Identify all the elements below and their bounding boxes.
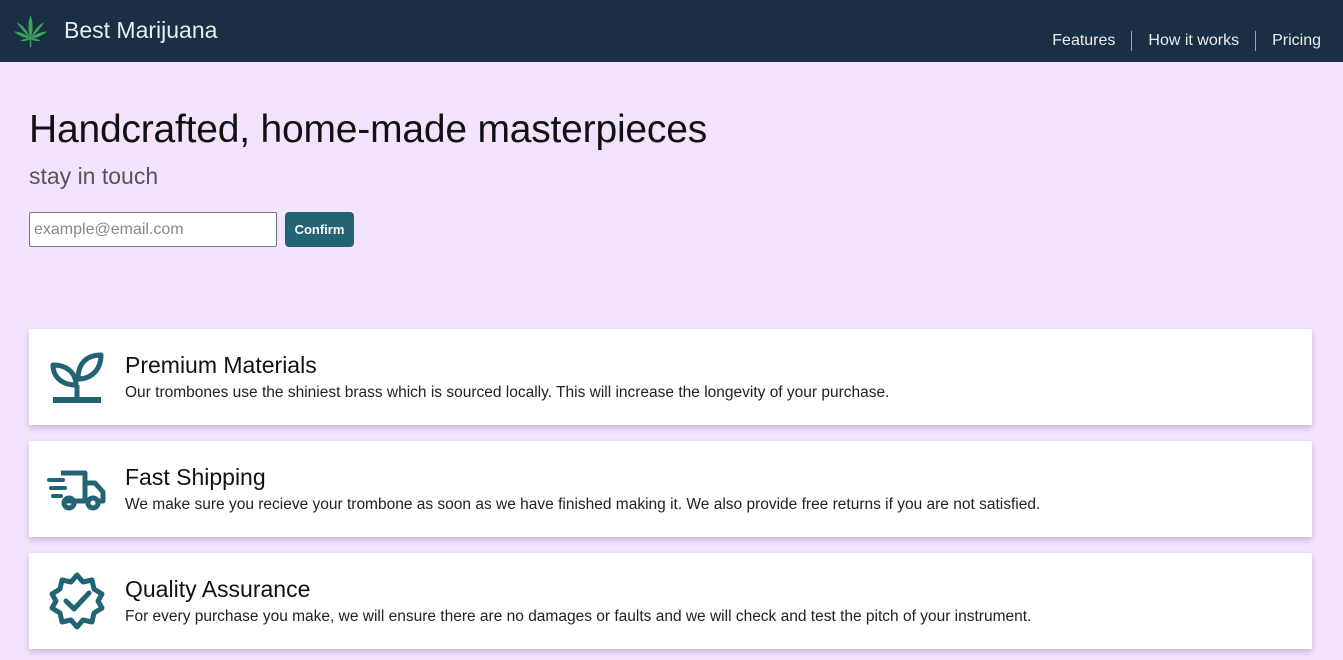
features-list: Premium Materials Our trombones use the … <box>29 329 1312 660</box>
feature-card-quality-assurance: Quality Assurance For every purchase you… <box>29 553 1312 649</box>
feature-description: For every purchase you make, we will ens… <box>125 608 1032 625</box>
nav-link-features[interactable]: Features <box>1036 31 1131 51</box>
cannabis-leaf-icon <box>12 13 49 50</box>
feature-card-fast-shipping: Fast Shipping We make sure you recieve y… <box>29 441 1312 537</box>
brand-title: Best Marijuana <box>64 16 218 43</box>
brand[interactable]: Best Marijuana <box>12 13 217 50</box>
email-input[interactable] <box>29 212 277 247</box>
hero-title: Handcrafted, home-made masterpieces <box>29 108 707 151</box>
hero-section: Handcrafted, home-made masterpieces stay… <box>29 106 707 247</box>
seedling-icon <box>47 347 107 407</box>
check-badge-icon <box>47 571 107 631</box>
truck-icon <box>47 459 107 519</box>
hero-subtitle: stay in touch <box>29 163 159 189</box>
feature-description: Our trombones use the shiniest brass whi… <box>125 384 890 401</box>
top-navbar: Best Marijuana Features How it works Pri… <box>0 0 1343 62</box>
feature-description: We make sure you recieve your trombone a… <box>125 496 1041 513</box>
feature-card-premium-materials: Premium Materials Our trombones use the … <box>29 329 1312 425</box>
feature-title: Quality Assurance <box>125 576 311 602</box>
main-nav: Features How it works Pricing <box>1036 31 1333 51</box>
nav-link-how-it-works[interactable]: How it works <box>1131 31 1255 51</box>
nav-link-pricing[interactable]: Pricing <box>1255 31 1333 51</box>
email-form: Confirm <box>29 212 707 247</box>
confirm-button[interactable]: Confirm <box>285 212 354 247</box>
feature-title: Fast Shipping <box>125 464 266 490</box>
feature-title: Premium Materials <box>125 352 317 378</box>
